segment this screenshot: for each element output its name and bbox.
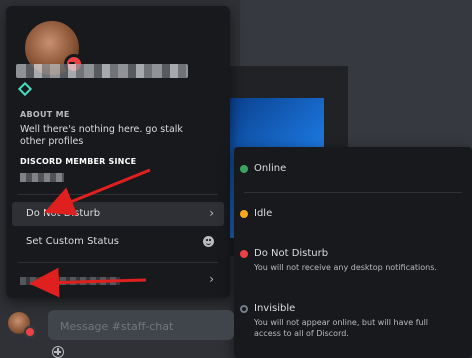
dnd-status-icon (240, 250, 248, 258)
status-option-label: Invisible (254, 303, 296, 314)
divider (18, 262, 218, 263)
obscured-menu-label (20, 277, 120, 285)
invisible-status-icon (240, 305, 248, 313)
status-option-label: Idle (254, 208, 273, 219)
idle-status-icon (240, 210, 248, 218)
username-redacted (16, 64, 188, 78)
emoji-icon (203, 236, 214, 247)
status-option-description: You will not receive any desktop notific… (254, 263, 437, 272)
divider (18, 194, 218, 195)
status-option-label: Online (254, 163, 287, 174)
status-option-label: Do Not Disturb (254, 248, 329, 259)
status-option-dnd[interactable]: Do Not Disturb You will not receive any … (240, 248, 454, 273)
status-option-online[interactable]: Online (240, 163, 287, 174)
divider (244, 192, 462, 193)
status-submenu: Online Idle Do Not Disturb You will not … (234, 147, 472, 358)
chevron-right-icon: › (209, 272, 214, 286)
chevron-right-icon: › (209, 206, 214, 220)
status-menu-label: Do Not Disturb (26, 208, 101, 219)
plus-circle-icon[interactable] (52, 346, 64, 358)
member-since-title: DISCORD MEMBER SINCE (20, 157, 137, 166)
message-input-box[interactable] (48, 310, 234, 340)
app-background-top (240, 0, 472, 64)
member-since-date-redacted (20, 173, 64, 182)
user-profile-popout: ABOUT ME Well there's nothing here. go s… (6, 6, 230, 298)
status-option-description: You will not appear online, but will hav… (254, 318, 429, 338)
status-option-idle[interactable]: Idle (240, 208, 273, 219)
hypesquad-badge-icon[interactable] (17, 81, 33, 97)
status-menu-button[interactable]: Do Not Disturb › (12, 202, 224, 226)
set-custom-status-label: Set Custom Status (26, 236, 119, 247)
about-me-text: Well there's nothing here. go stalk othe… (20, 124, 183, 147)
status-option-invisible[interactable]: Invisible You will not appear online, bu… (240, 303, 454, 339)
online-status-icon (240, 165, 248, 173)
about-me-title: ABOUT ME (20, 110, 70, 119)
set-custom-status-button[interactable]: Set Custom Status (12, 230, 224, 254)
message-input[interactable] (58, 317, 232, 335)
dnd-status-icon (24, 326, 36, 338)
